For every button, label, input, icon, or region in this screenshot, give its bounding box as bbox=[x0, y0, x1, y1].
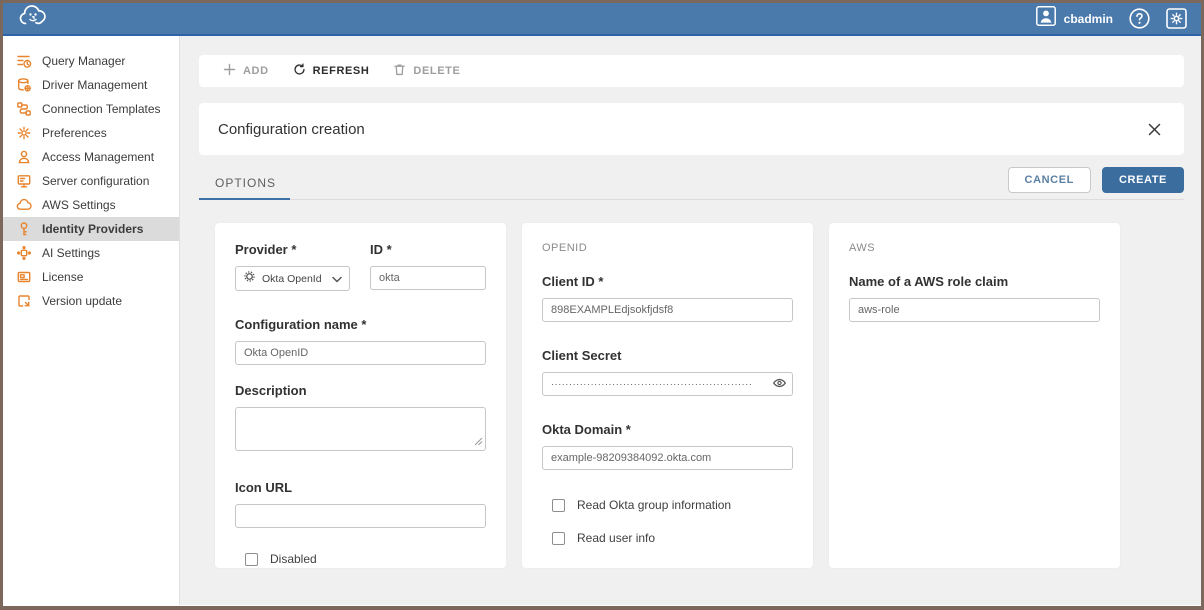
icon-url-label: Icon URL bbox=[235, 480, 486, 495]
ai-settings-icon bbox=[16, 245, 32, 261]
refresh-button-label: REFRESH bbox=[313, 65, 370, 77]
add-button[interactable]: ADD bbox=[211, 55, 281, 87]
configuration-name-input[interactable] bbox=[235, 341, 486, 365]
app-window: cbadmin bbox=[0, 0, 1204, 610]
provider-selected-value: Okta OpenId bbox=[262, 273, 326, 285]
tab-options[interactable]: OPTIONS bbox=[199, 176, 290, 199]
read-user-info-checkbox[interactable] bbox=[552, 532, 565, 545]
sidebar-item-label: AI Settings bbox=[42, 246, 100, 260]
license-icon bbox=[16, 269, 32, 285]
sidebar-item-license[interactable]: License bbox=[3, 265, 179, 289]
sidebar-item-version-update[interactable]: Version update bbox=[3, 289, 179, 313]
sidebar-item-label: Query Manager bbox=[42, 54, 125, 68]
identity-providers-key-icon bbox=[16, 221, 32, 237]
id-label: ID * bbox=[370, 242, 486, 257]
refresh-icon bbox=[293, 63, 306, 79]
sidebar-item-label: Access Management bbox=[42, 150, 154, 164]
client-id-input[interactable] bbox=[542, 298, 793, 322]
sidebar-item-label: Preferences bbox=[42, 126, 107, 140]
query-manager-icon bbox=[16, 53, 32, 69]
general-panel: Provider * Okta OpenId bbox=[215, 223, 506, 568]
sidebar-item-label: Connection Templates bbox=[42, 102, 161, 116]
sidebar-item-label: Server configuration bbox=[42, 174, 149, 188]
aws-section-header: AWS bbox=[849, 242, 1100, 254]
close-icon[interactable] bbox=[1144, 119, 1165, 140]
sidebar-item-label: License bbox=[42, 270, 83, 284]
cloudbeaver-logo[interactable] bbox=[17, 3, 51, 34]
configuration-creation-header: Configuration creation bbox=[199, 103, 1184, 155]
plus-icon bbox=[223, 63, 236, 79]
sidebar-item-ai-settings[interactable]: AI Settings bbox=[3, 241, 179, 265]
top-bar: cbadmin bbox=[3, 3, 1201, 36]
icon-url-input[interactable] bbox=[235, 504, 486, 528]
user-avatar-icon bbox=[1036, 6, 1056, 31]
sidebar-item-preferences[interactable]: Preferences bbox=[3, 121, 179, 145]
help-icon[interactable] bbox=[1129, 8, 1150, 29]
disabled-checkbox-label: Disabled bbox=[270, 552, 317, 566]
username-label: cbadmin bbox=[1064, 12, 1113, 26]
disabled-checkbox-row: Disabled bbox=[245, 552, 486, 566]
add-button-label: ADD bbox=[243, 65, 269, 77]
openid-panel: OPENID Client ID * Client Secret ·······… bbox=[522, 223, 813, 568]
sidebar-item-driver-management[interactable]: Driver Management bbox=[3, 73, 179, 97]
show-password-eye-icon[interactable] bbox=[772, 377, 787, 389]
provider-label: Provider * bbox=[235, 242, 350, 257]
sidebar-item-label: Driver Management bbox=[42, 78, 147, 92]
tab-strip: OPTIONS CANCEL CREATE bbox=[199, 171, 1184, 200]
description-textarea[interactable] bbox=[235, 407, 486, 451]
user-menu[interactable]: cbadmin bbox=[1036, 6, 1113, 31]
read-user-info-label: Read user info bbox=[577, 531, 655, 545]
sidebar-item-identity-providers[interactable]: Identity Providers bbox=[3, 217, 179, 241]
openid-section-header: OPENID bbox=[542, 242, 793, 254]
trash-icon bbox=[393, 63, 406, 79]
admin-sidebar: Query Manager Driver Management Connecti… bbox=[3, 36, 180, 605]
identity-providers-toolbar: ADD REFRESH DELETE bbox=[199, 55, 1184, 87]
provider-select[interactable]: Okta OpenId bbox=[235, 266, 350, 291]
read-okta-group-checkbox[interactable] bbox=[552, 499, 565, 512]
okta-provider-icon bbox=[243, 270, 256, 288]
id-input[interactable] bbox=[370, 266, 486, 290]
aws-role-claim-input[interactable] bbox=[849, 298, 1100, 322]
description-label: Description bbox=[235, 383, 486, 398]
connection-templates-icon bbox=[16, 101, 32, 117]
delete-button-label: DELETE bbox=[413, 65, 460, 77]
sidebar-item-access-management[interactable]: Access Management bbox=[3, 145, 179, 169]
sidebar-item-query-manager[interactable]: Query Manager bbox=[3, 49, 179, 73]
administration-gear-icon[interactable] bbox=[1166, 8, 1187, 29]
read-okta-group-label: Read Okta group information bbox=[577, 498, 731, 512]
read-user-info-row: Read user info bbox=[552, 531, 793, 545]
access-management-user-icon bbox=[16, 149, 32, 165]
read-okta-group-row: Read Okta group information bbox=[552, 498, 793, 512]
driver-management-icon bbox=[16, 77, 32, 93]
server-configuration-icon bbox=[16, 173, 32, 189]
configuration-name-label: Configuration name * bbox=[235, 317, 486, 332]
aws-panel: AWS Name of a AWS role claim bbox=[829, 223, 1120, 568]
delete-button[interactable]: DELETE bbox=[381, 55, 472, 87]
client-id-label: Client ID * bbox=[542, 274, 793, 289]
chevron-down-icon bbox=[332, 270, 342, 288]
sidebar-item-label: AWS Settings bbox=[42, 198, 116, 212]
cancel-button[interactable]: CANCEL bbox=[1008, 167, 1091, 193]
sidebar-item-server-configuration[interactable]: Server configuration bbox=[3, 169, 179, 193]
sidebar-item-label: Version update bbox=[42, 294, 122, 308]
okta-domain-label: Okta Domain * bbox=[542, 422, 793, 437]
client-secret-label: Client Secret bbox=[542, 348, 793, 363]
form-panels: Provider * Okta OpenId bbox=[215, 223, 1120, 568]
refresh-button[interactable]: REFRESH bbox=[281, 55, 382, 87]
version-update-icon bbox=[16, 293, 32, 309]
disabled-checkbox[interactable] bbox=[245, 553, 258, 566]
aws-role-claim-label: Name of a AWS role claim bbox=[849, 274, 1100, 289]
sidebar-item-aws-settings[interactable]: AWS Settings bbox=[3, 193, 179, 217]
okta-domain-input[interactable] bbox=[542, 446, 793, 470]
aws-cloud-icon bbox=[16, 197, 32, 213]
main-content: ADD REFRESH DELETE Configuration cr bbox=[180, 36, 1201, 605]
create-button[interactable]: CREATE bbox=[1102, 167, 1184, 193]
sidebar-item-label: Identity Providers bbox=[42, 222, 143, 236]
client-secret-input[interactable]: ········································… bbox=[542, 372, 793, 396]
sidebar-item-connection-templates[interactable]: Connection Templates bbox=[3, 97, 179, 121]
page-title: Configuration creation bbox=[218, 121, 365, 138]
cloud-beaver-icon bbox=[17, 3, 51, 34]
preferences-gear-icon bbox=[16, 125, 32, 141]
